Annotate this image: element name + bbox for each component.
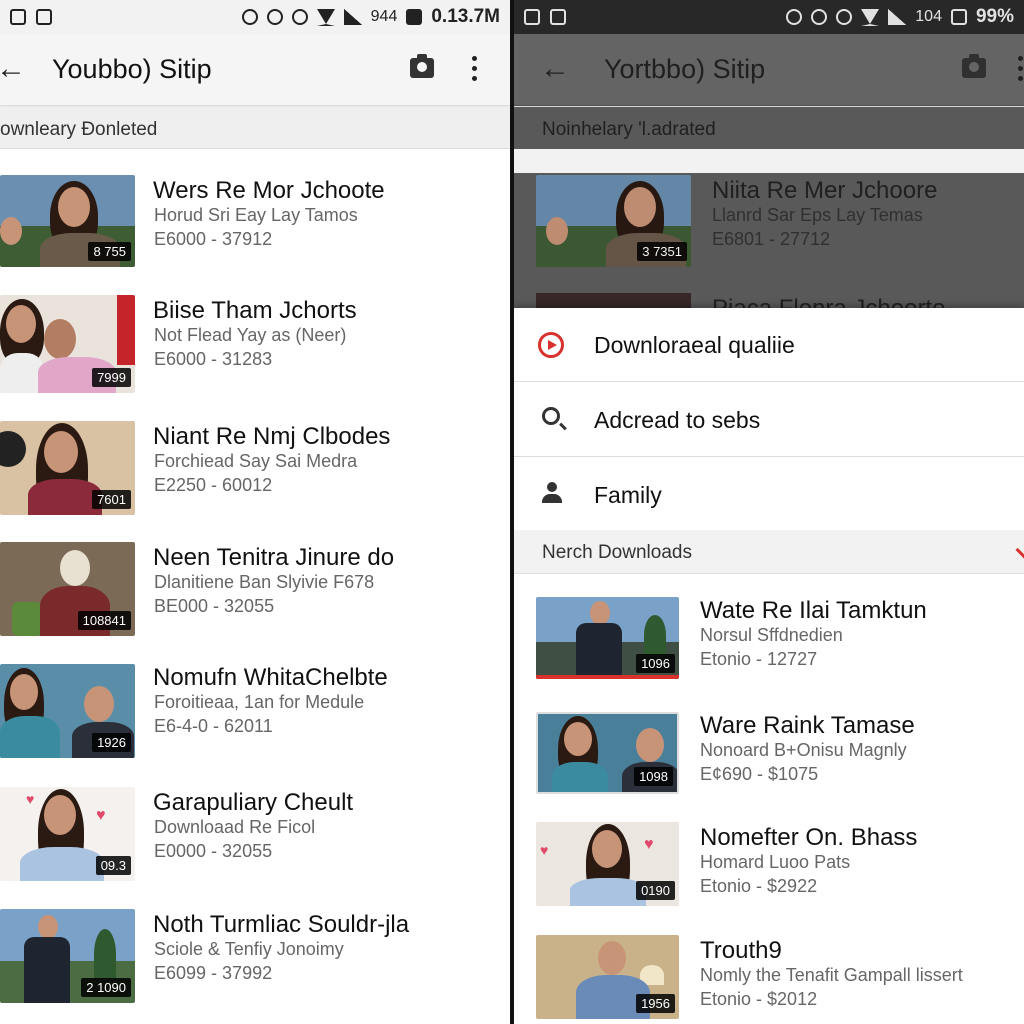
video-channel: Not Flead Yay as (Neer)	[154, 325, 347, 345]
video-thumbnail[interactable]: 1926	[0, 664, 135, 758]
menu-item-family[interactable]: Family	[514, 458, 1024, 532]
app-bar: ← Youbbo) Sitip	[0, 34, 510, 106]
video-meta: E6000 - 37912	[154, 229, 273, 249]
video-list-item[interactable]: ♥ ♥ 09.3 Garapuliary Cheult Downloaad Re…	[0, 785, 510, 895]
status-network-text: 944	[370, 8, 398, 25]
video-title[interactable]: Wers Re Mor Jchoote	[153, 177, 385, 205]
video-title[interactable]: Biise Tham Jchorts	[153, 297, 357, 325]
video-list-item[interactable]: 7601 Niant Re Nmj Clbodes Forchiead Say …	[0, 419, 510, 529]
section-header: ownleary Ɖonleted	[0, 107, 510, 149]
video-title[interactable]: Niant Re Nmj Clbodes	[153, 423, 390, 451]
wifi-icon	[316, 8, 335, 26]
video-meta: E¢690 - $1075	[700, 764, 819, 784]
video-list-item[interactable]: ♥ ♥ 0190 Nomefter On. Bhass Homard Luoo …	[514, 820, 1024, 930]
video-list-item[interactable]: 1098 Ware Raink Tamase Nonoard B+Onisu M…	[514, 708, 1024, 818]
video-meta: E6099 - 37992	[154, 963, 273, 983]
bottom-sheet: Downloraeal qualiie Adcread to sebs Fami…	[514, 308, 1024, 1024]
video-channel: Norsul Sffdnedien	[700, 625, 843, 645]
menu-item-download-quality[interactable]: Downloraeal qualiie	[514, 308, 1024, 382]
video-title[interactable]: Nomefter On. Bhass	[700, 824, 917, 852]
video-duration: 1096	[636, 654, 675, 673]
more-options-icon[interactable]	[472, 56, 478, 82]
status-time: 0.13.7M	[431, 6, 500, 27]
video-title[interactable]: Neen Tenitra Jinure do	[153, 544, 394, 572]
scrim-overlay[interactable]	[514, 0, 1024, 308]
video-meta: E6-4-0 - 62011	[154, 716, 273, 736]
video-duration: 1098	[634, 767, 673, 786]
video-meta: Etonio - 12727	[700, 649, 818, 669]
downloads-header-label: Nerch Downloads	[542, 542, 692, 563]
search-icon	[542, 407, 560, 425]
video-duration: 09.3	[95, 856, 131, 875]
video-thumbnail[interactable]: ♥ ♥ 0190	[536, 822, 679, 906]
video-thumbnail[interactable]: 2 1090	[0, 909, 135, 1003]
video-channel: Foroitieaa, 1an for Medule	[154, 692, 365, 712]
video-duration: 2 1090	[81, 978, 131, 997]
video-list-item[interactable]: 8 755 Wers Re Mor Jchoote Horud Sri Eay …	[0, 173, 510, 283]
menu-item-label: Adcread to sebs	[594, 407, 761, 433]
gallery-icon	[36, 9, 52, 25]
menu-item-label: Downloraeal qualiie	[594, 332, 795, 358]
chevron-down-icon[interactable]	[1015, 541, 1024, 559]
video-meta: E0000 - 32055	[154, 841, 273, 861]
video-thumbnail[interactable]: 1956	[536, 935, 679, 1019]
video-channel: Horud Sri Eay Lay Tamos	[154, 205, 358, 225]
video-channel: Downloaad Re Ficol	[154, 817, 316, 837]
video-duration: 0190	[636, 881, 675, 900]
video-channel: Homard Luoo Pats	[700, 852, 851, 872]
video-thumbnail[interactable]: 1098	[536, 712, 679, 794]
app-title: Youbbo) Sitip	[52, 54, 212, 84]
battery-icon	[406, 9, 423, 25]
video-title[interactable]: Wate Re Ilai Tamktun	[700, 597, 927, 625]
right-phone-screen: 104 99% ← Yortbbo) Sitip Noinhelary 'l.a…	[514, 0, 1024, 1024]
video-channel: Nomly the Tenafit Gampall lissert	[700, 965, 963, 985]
video-thumbnail[interactable]: 7999	[0, 295, 135, 393]
video-title[interactable]: Trouth9	[700, 937, 782, 965]
video-thumbnail[interactable]: 8 755	[0, 175, 135, 267]
back-arrow-icon[interactable]: ←	[0, 52, 26, 86]
video-list-item[interactable]: 108841 Neen Tenitra Jinure do Dlanitiene…	[0, 540, 510, 650]
video-channel: Nonoard B+Onisu Magnly	[700, 740, 907, 760]
downloads-header[interactable]: Nerch Downloads	[514, 530, 1024, 574]
video-meta: BE000 - 32055	[154, 596, 275, 616]
video-channel: Forchiead Say Sai Medra	[154, 451, 358, 471]
video-duration: 1926	[92, 733, 131, 752]
video-list-item[interactable]: 7999 Biise Tham Jchorts Not Flead Yay as…	[0, 293, 510, 403]
image-icon	[10, 9, 26, 25]
video-channel: Sciole & Tenfiy Jonoimy	[154, 939, 344, 959]
status-bar: 944 0.13.7M	[0, 0, 510, 34]
video-list-item[interactable]: 1956 Trouth9 Nomly the Tenafit Gampall l…	[514, 933, 1024, 1024]
video-thumbnail[interactable]: 108841	[0, 542, 135, 636]
video-title[interactable]: Noth Turmliac Souldr-jla	[153, 911, 409, 939]
video-meta: Etonio - $2922	[700, 876, 818, 896]
video-title[interactable]: Nomufn WhitaChelbte	[153, 664, 388, 692]
video-duration: 1956	[636, 994, 675, 1013]
video-meta: E2250 - 60012	[154, 475, 273, 495]
video-meta: E6000 - 31283	[154, 349, 273, 369]
video-channel: Dlanitiene Ban Slyivie F678	[154, 572, 375, 592]
video-thumbnail[interactable]: ♥ ♥ 09.3	[0, 787, 135, 881]
video-list-item[interactable]: 1096 Wate Re Ilai Tamktun Norsul Sffdned…	[514, 593, 1024, 703]
video-title[interactable]: Garapuliary Cheult	[153, 789, 353, 817]
video-thumbnail[interactable]: 7601	[0, 421, 135, 515]
video-title[interactable]: Ware Raink Tamase	[700, 712, 915, 740]
vibrate-icon	[266, 9, 283, 25]
video-duration: 7601	[92, 490, 131, 509]
alarm-icon	[291, 9, 308, 25]
menu-item-search[interactable]: Adcread to sebs	[514, 383, 1024, 457]
video-meta: Etonio - $2012	[700, 989, 818, 1009]
play-circle-icon	[538, 332, 564, 358]
video-thumbnail[interactable]: 1096	[536, 597, 679, 679]
left-phone-screen: 944 0.13.7M ← Youbbo) Sitip ownleary Ɖon…	[0, 0, 510, 1024]
menu-item-label: Family	[594, 482, 662, 508]
camera-icon[interactable]	[410, 54, 434, 78]
video-list-item[interactable]: 2 1090 Noth Turmliac Souldr-jla Sciole &…	[0, 907, 510, 1017]
person-icon	[542, 482, 562, 504]
video-duration: 108841	[77, 611, 131, 630]
sync-icon	[241, 9, 258, 25]
video-list-item[interactable]: 1926 Nomufn WhitaChelbte Foroitieaa, 1an…	[0, 660, 510, 770]
signal-icon	[343, 9, 362, 25]
video-duration: 7999	[92, 368, 131, 387]
video-duration: 8 755	[88, 242, 131, 261]
